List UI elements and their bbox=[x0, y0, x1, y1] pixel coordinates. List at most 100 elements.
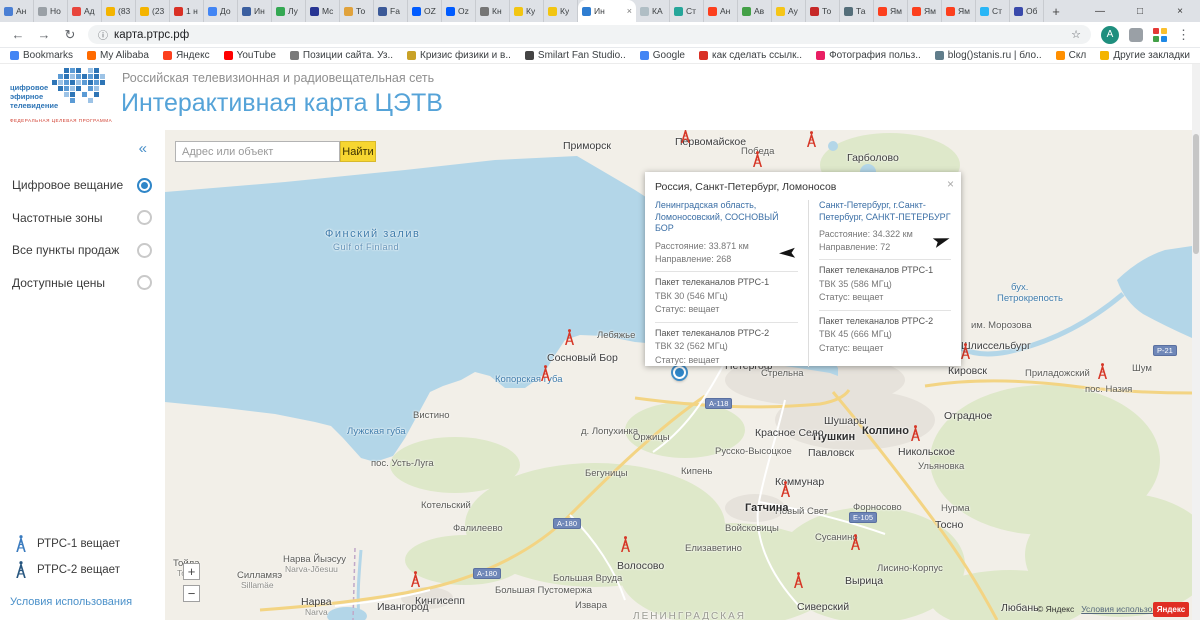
extension-icon[interactable] bbox=[1129, 27, 1143, 42]
sidebar-option[interactable]: Цифровое вещание bbox=[12, 176, 152, 194]
selected-location-marker[interactable] bbox=[673, 366, 686, 379]
popup-region-link[interactable]: Ленинградская область, Ломоносовский, СО… bbox=[655, 200, 798, 235]
browser-tab[interactable]: Ку bbox=[510, 0, 544, 22]
yandex-logo[interactable]: Яндекс bbox=[1153, 602, 1189, 617]
browser-tab[interactable]: Ин bbox=[238, 0, 272, 22]
search-button[interactable]: Найти bbox=[340, 141, 376, 162]
sidebar-option[interactable]: Все пункты продаж bbox=[12, 241, 152, 259]
browser-tab-active[interactable]: Ин × bbox=[578, 0, 636, 22]
browser-tab[interactable]: Ан bbox=[704, 0, 738, 22]
bookmark-item[interactable]: Bookmarks bbox=[10, 50, 73, 61]
zoom-out-button[interactable]: − bbox=[183, 585, 200, 602]
browser-tab[interactable]: Oz bbox=[442, 0, 476, 22]
reload-icon[interactable]: ↻ bbox=[62, 27, 78, 43]
zoom-in-button[interactable]: + bbox=[183, 563, 200, 580]
bookmark-item[interactable]: Позиции сайта. Уз.. bbox=[289, 50, 393, 61]
back-icon[interactable]: ← bbox=[10, 27, 26, 42]
bookmark-star-icon[interactable]: ☆ bbox=[1071, 28, 1081, 41]
tab-close-icon[interactable]: × bbox=[627, 6, 632, 16]
browser-tab[interactable]: Об bbox=[1010, 0, 1044, 22]
transmitter-tower-icon[interactable] bbox=[679, 130, 692, 144]
transmitter-tower-icon[interactable] bbox=[909, 425, 922, 442]
transmitter-tower-icon[interactable] bbox=[1096, 363, 1109, 380]
browser-tab[interactable]: Та bbox=[840, 0, 874, 22]
other-bookmarks-button[interactable]: Другие закладки bbox=[1100, 50, 1190, 61]
bookmark-item[interactable]: как сделать ссылк.. bbox=[698, 50, 802, 61]
browser-tab[interactable]: (83 bbox=[102, 0, 136, 22]
search-input[interactable] bbox=[175, 141, 340, 162]
url-box[interactable]: ⓘ карта.ртрс.рф ☆ bbox=[88, 25, 1091, 44]
scrollbar-thumb[interactable] bbox=[1193, 134, 1199, 254]
sidebar-option[interactable]: Доступные цены bbox=[12, 274, 152, 292]
browser-tab[interactable]: Ям bbox=[908, 0, 942, 22]
terms-of-use-link[interactable]: Условия использования bbox=[10, 596, 132, 608]
browser-tab[interactable]: То bbox=[806, 0, 840, 22]
rtrs-logo[interactable]: цифровое эфирное телевидение ФЕДЕРАЛЬНАЯ… bbox=[8, 66, 118, 128]
bookmark-item[interactable]: Яндекс bbox=[162, 50, 210, 61]
page-scrollbar[interactable] bbox=[1192, 64, 1200, 620]
tower-icon bbox=[14, 535, 28, 553]
window-close-button[interactable]: × bbox=[1160, 0, 1200, 22]
transmitter-tower-icon[interactable] bbox=[539, 365, 552, 382]
browser-tab[interactable]: Ст bbox=[670, 0, 704, 22]
sidebar-collapse-icon[interactable]: « bbox=[139, 140, 147, 157]
bookmark-item[interactable]: Фотография польз.. bbox=[816, 50, 921, 61]
radio-selected[interactable] bbox=[137, 177, 152, 193]
browser-menu-icon[interactable]: ⋮ bbox=[1177, 27, 1190, 43]
transmitter-tower-icon[interactable] bbox=[409, 571, 422, 588]
transmitter-tower-icon[interactable] bbox=[792, 572, 805, 589]
tab-title: КА bbox=[652, 6, 663, 16]
browser-tab[interactable]: Ау bbox=[772, 0, 806, 22]
transmitter-tower-icon[interactable] bbox=[805, 131, 818, 148]
transmitter-tower-icon[interactable] bbox=[751, 151, 764, 168]
browser-tab[interactable]: Ям bbox=[942, 0, 976, 22]
profile-avatar[interactable]: А bbox=[1101, 25, 1119, 44]
browser-tab[interactable]: OZ bbox=[408, 0, 442, 22]
radio-unselected[interactable] bbox=[137, 210, 152, 225]
browser-tab[interactable]: Ад bbox=[68, 0, 102, 22]
transmitter-tower-icon[interactable] bbox=[563, 329, 576, 346]
browser-tab[interactable]: Ав bbox=[738, 0, 772, 22]
forward-icon[interactable]: → bbox=[36, 27, 52, 42]
radio-unselected[interactable] bbox=[137, 275, 152, 290]
browser-tab[interactable]: Кн bbox=[476, 0, 510, 22]
extensions-icon[interactable] bbox=[1153, 27, 1167, 42]
popup-close-icon[interactable]: × bbox=[947, 177, 954, 191]
map-label: Лужская губа bbox=[347, 426, 406, 437]
browser-tab[interactable]: Но bbox=[34, 0, 68, 22]
browser-tab[interactable]: Ст bbox=[976, 0, 1010, 22]
window-minimize-button[interactable]: — bbox=[1080, 0, 1120, 22]
browser-tab[interactable]: Мс bbox=[306, 0, 340, 22]
browser-tab[interactable]: Ан bbox=[0, 0, 34, 22]
bookmark-item[interactable]: blog()stanis.ru | бло.. bbox=[934, 50, 1042, 61]
map[interactable]: ПриморскПобедаПервомайскоеГарболовоФинск… bbox=[165, 130, 1192, 620]
browser-tab[interactable]: Fa bbox=[374, 0, 408, 22]
bookmark-item[interactable]: YouTube bbox=[223, 50, 276, 61]
map-label: Котельский bbox=[421, 500, 471, 511]
transmitter-tower-icon[interactable] bbox=[619, 536, 632, 553]
popup-region-link[interactable]: Санкт-Петербург, г.Санкт-Петербург, САНК… bbox=[819, 200, 951, 223]
browser-tab[interactable]: До bbox=[204, 0, 238, 22]
bookmark-item[interactable]: Складная удочка –.. bbox=[1055, 50, 1086, 61]
map-label: Елизаветино bbox=[685, 543, 742, 554]
transmitter-tower-icon[interactable] bbox=[849, 534, 862, 551]
browser-tab[interactable]: (23 bbox=[136, 0, 170, 22]
browser-tab[interactable]: Ку bbox=[544, 0, 578, 22]
window-maximize-button[interactable]: □ bbox=[1120, 0, 1160, 22]
new-tab-button[interactable]: + bbox=[1044, 0, 1068, 22]
browser-tab[interactable]: Ям bbox=[874, 0, 908, 22]
bookmark-item[interactable]: My Alibaba bbox=[87, 50, 149, 61]
browser-tab[interactable]: Лу bbox=[272, 0, 306, 22]
bookmark-favicon bbox=[698, 51, 708, 60]
location-popup: Россия, Санкт-Петербург, Ломоносов × Лен… bbox=[645, 172, 961, 368]
radio-unselected[interactable] bbox=[137, 242, 152, 258]
transmitter-tower-icon[interactable] bbox=[779, 481, 792, 498]
bookmark-item[interactable]: Google bbox=[639, 50, 685, 61]
browser-tab[interactable]: То bbox=[340, 0, 374, 22]
browser-tab[interactable]: КА bbox=[636, 0, 670, 22]
bookmark-item[interactable]: Кризис физики и в.. bbox=[407, 50, 511, 61]
site-info-icon[interactable]: ⓘ bbox=[98, 27, 108, 42]
browser-tab[interactable]: 1 н bbox=[170, 0, 204, 22]
bookmark-item[interactable]: Smilart Fan Studio.. bbox=[524, 50, 626, 61]
sidebar-option[interactable]: Частотные зоны bbox=[12, 209, 152, 227]
